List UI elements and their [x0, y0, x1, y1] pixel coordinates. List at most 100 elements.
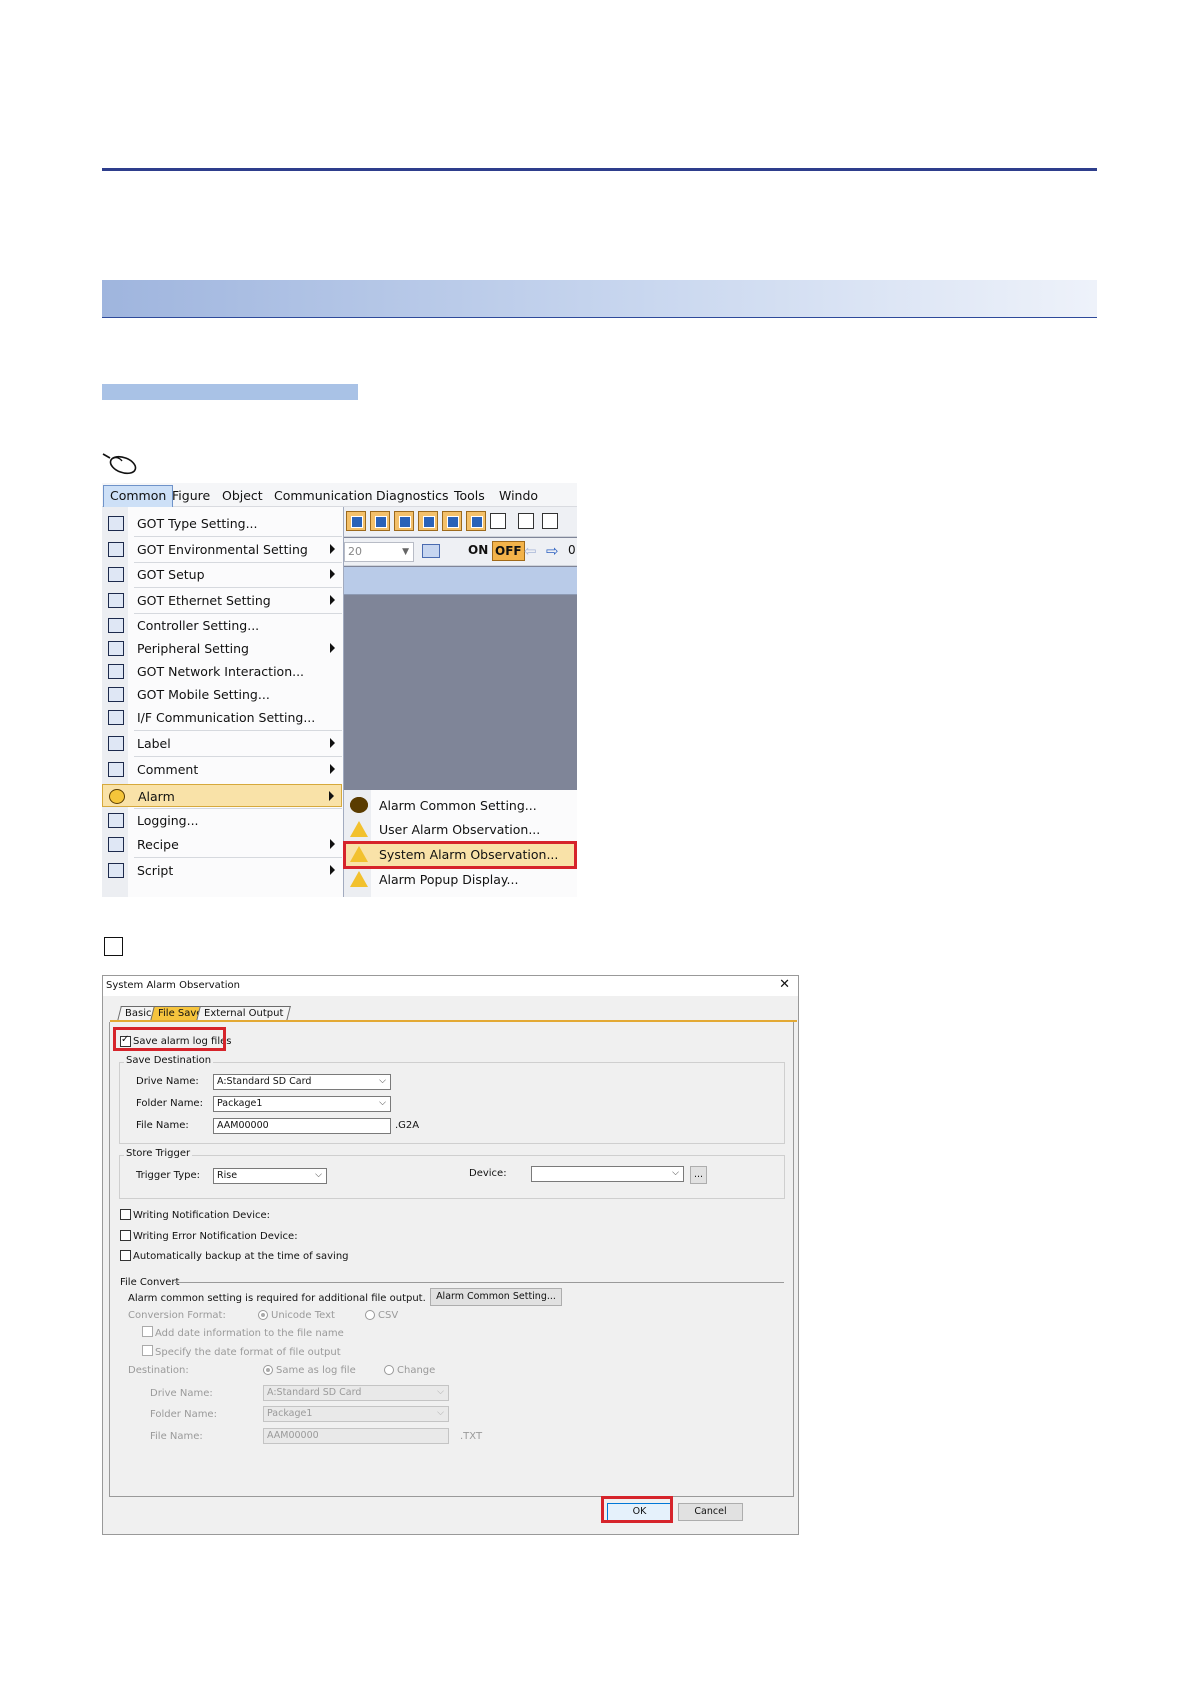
section-heading-band	[102, 280, 1097, 318]
menu-item-comment[interactable]: Comment	[102, 758, 342, 781]
convert-drive-name-label: Drive Name:	[150, 1388, 213, 1399]
menu-item-recipe[interactable]: Recipe	[102, 833, 342, 856]
alarm-common-setting-button[interactable]: Alarm Common Setting...	[430, 1288, 562, 1306]
menu-item-label[interactable]: Label	[102, 732, 342, 755]
zoom-select[interactable]: 20 ▼	[344, 542, 414, 562]
file-extension: .G2A	[395, 1120, 420, 1131]
user-alarm-icon	[350, 821, 368, 837]
back-arrow-icon[interactable]: ⇦	[524, 542, 537, 560]
menu-figure[interactable]: Figure	[166, 486, 216, 505]
window-stack-icon[interactable]	[542, 513, 558, 529]
destination-change-label: Change	[397, 1365, 436, 1376]
menu-item-got-ethernet-setting[interactable]: GOT Ethernet Setting	[102, 589, 342, 612]
specify-date-format-label: Specify the date format of file output	[155, 1347, 341, 1358]
menu-item-peripheral-setting[interactable]: Peripheral Setting	[102, 637, 342, 660]
convert-drive-name-select[interactable]: A:Standard SD Card	[263, 1385, 449, 1401]
submenu-item-alarm-popup-display[interactable]: Alarm Popup Display...	[344, 868, 577, 891]
device-select[interactable]	[531, 1166, 684, 1182]
cancel-button[interactable]: Cancel	[678, 1503, 743, 1521]
menu-item-got-type-setting[interactable]: GOT Type Setting...	[102, 512, 342, 535]
toolbar-row-1	[342, 507, 577, 537]
grid-toolbar-icon[interactable]	[466, 511, 486, 531]
tab-external-output[interactable]: External Output	[196, 1006, 292, 1021]
header-rule	[102, 168, 1097, 171]
menu-item-if-communication-setting[interactable]: I/F Communication Setting...	[102, 706, 342, 729]
window-stack-icon[interactable]	[518, 513, 534, 529]
folder-name-select[interactable]: Package1	[213, 1096, 391, 1112]
drive-name-select[interactable]: A:Standard SD Card	[213, 1074, 391, 1090]
convert-folder-name-select[interactable]: Package1	[263, 1406, 449, 1422]
got-type-icon	[108, 516, 124, 531]
menu-item-got-setup[interactable]: GOT Setup	[102, 563, 342, 586]
mobile-icon	[108, 687, 124, 702]
menu-item-got-environmental-setting[interactable]: GOT Environmental Setting	[102, 538, 342, 561]
menu-item-controller-setting[interactable]: Controller Setting...	[102, 614, 342, 637]
screen-toolbar-icon[interactable]	[370, 511, 390, 531]
toolbar-row-2: 20 ▼ ON OFF ⇦ ⇨ 0	[342, 538, 577, 566]
peripheral-icon	[108, 641, 124, 656]
menu-screenshot: 20 ▼ ON OFF ⇦ ⇨ 0 Common Figure Object Co…	[102, 483, 577, 897]
menu-object[interactable]: Object	[216, 486, 269, 505]
menu-window[interactable]: Windo	[493, 486, 544, 505]
file-name-input[interactable]: AAM00000	[213, 1118, 391, 1134]
destination-same-radio[interactable]	[263, 1365, 273, 1375]
got-ethernet-icon	[108, 593, 124, 608]
writing-error-notification-device-label: Writing Error Notification Device:	[133, 1231, 298, 1242]
dialog-titlebar: System Alarm Observation ✕	[103, 976, 798, 996]
submenu-item-user-alarm-observation[interactable]: User Alarm Observation...	[344, 818, 577, 841]
if-communication-icon	[108, 710, 124, 725]
close-icon[interactable]: ✕	[779, 977, 790, 992]
menu-communication[interactable]: Communication	[268, 486, 379, 505]
writing-notification-device-checkbox[interactable]	[120, 1209, 131, 1220]
trigger-type-select[interactable]: Rise	[213, 1168, 327, 1184]
forward-arrow-icon[interactable]: ⇨	[546, 542, 559, 560]
on-button[interactable]: ON	[468, 543, 488, 557]
submenu-arrow-icon	[330, 865, 335, 875]
data-toolbar-icon[interactable]	[442, 511, 462, 531]
file-convert-divider	[175, 1282, 784, 1283]
format-csv-label: CSV	[378, 1310, 399, 1321]
specify-date-format-checkbox[interactable]	[142, 1345, 153, 1356]
highlight-frame	[113, 1027, 226, 1051]
file-convert-title: File Convert	[120, 1277, 180, 1288]
check-toolbar-icon[interactable]	[490, 513, 506, 529]
format-csv-radio[interactable]	[365, 1310, 375, 1320]
menu-item-got-network-interaction[interactable]: GOT Network Interaction...	[102, 660, 342, 683]
convert-file-extension: .TXT	[460, 1431, 483, 1442]
menu-item-got-mobile-setting[interactable]: GOT Mobile Setting...	[102, 683, 342, 706]
folder-name-label: Folder Name:	[136, 1098, 203, 1109]
add-date-checkbox[interactable]	[142, 1326, 153, 1337]
menu-item-logging[interactable]: Logging...	[102, 809, 342, 832]
dialog-title: System Alarm Observation	[106, 980, 240, 991]
file-name-label: File Name:	[136, 1120, 189, 1131]
convert-file-name-input[interactable]: AAM00000	[263, 1428, 449, 1444]
automatic-backup-checkbox[interactable]	[120, 1250, 131, 1261]
toolbar-row-3	[342, 567, 577, 595]
menu-common[interactable]: Common	[103, 485, 174, 507]
submenu-arrow-icon	[330, 595, 335, 605]
window-toolbar-icon[interactable]	[418, 511, 438, 531]
got-environment-icon	[108, 542, 124, 557]
grid-icon[interactable]	[422, 544, 440, 558]
alarm-popup-icon	[350, 871, 368, 887]
data-toolbar-icon[interactable]	[394, 511, 414, 531]
screen-toolbar-icon[interactable]	[346, 511, 366, 531]
toolbar-value: 0	[568, 543, 576, 557]
menu-diagnostics[interactable]: Diagnostics	[370, 486, 455, 505]
off-button[interactable]: OFF	[492, 541, 525, 561]
store-trigger-title: Store Trigger	[124, 1148, 193, 1159]
system-alarm-observation-dialog: System Alarm Observation ✕ Basic File Sa…	[102, 975, 799, 1535]
destination-change-radio[interactable]	[384, 1365, 394, 1375]
menu-item-alarm[interactable]: Alarm	[102, 784, 342, 807]
device-browse-button[interactable]: ...	[690, 1166, 707, 1184]
submenu-item-alarm-common-setting[interactable]: Alarm Common Setting...	[344, 794, 577, 817]
convert-file-name-label: File Name:	[150, 1431, 203, 1442]
writing-error-notification-device-checkbox[interactable]	[120, 1230, 131, 1241]
automatic-backup-label: Automatically backup at the time of savi…	[133, 1251, 349, 1262]
menu-item-script[interactable]: Script	[102, 859, 342, 882]
label-icon	[108, 736, 124, 751]
script-icon	[108, 863, 124, 878]
menu-tools[interactable]: Tools	[448, 486, 491, 505]
format-unicode-radio[interactable]	[258, 1310, 268, 1320]
submenu-arrow-icon	[330, 764, 335, 774]
